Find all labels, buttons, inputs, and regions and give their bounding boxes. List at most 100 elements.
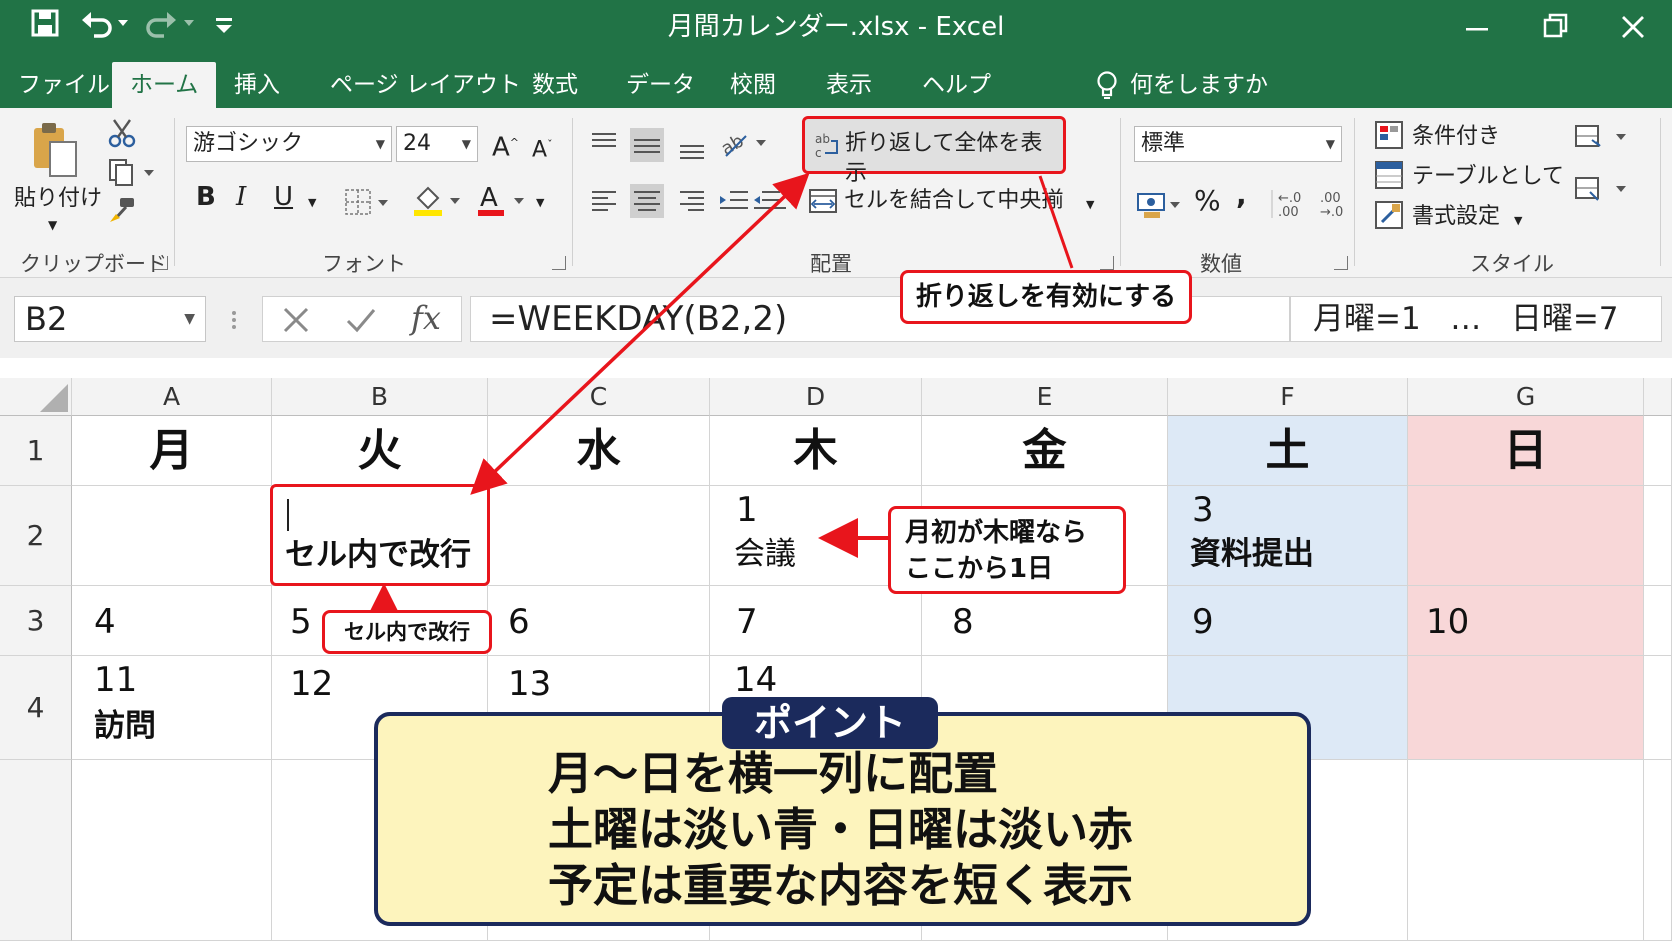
cell-h2[interactable] (1644, 486, 1672, 586)
insert-cells-icon[interactable] (1574, 122, 1632, 156)
row-header-4[interactable]: 4 (0, 656, 72, 760)
decimal-increase-icon[interactable]: ←.0.00.00 →.0 (1270, 188, 1360, 224)
row-header-3[interactable]: 3 (0, 586, 72, 656)
cell-h1[interactable] (1644, 416, 1672, 486)
column-header-e[interactable]: E (922, 378, 1168, 416)
cell-g1[interactable]: 日 (1408, 416, 1644, 486)
grow-font-icon[interactable]: A^ (492, 128, 519, 163)
cell-styles-icon[interactable] (1374, 200, 1404, 234)
bold-button[interactable]: B (196, 182, 216, 212)
conditional-format-icon[interactable] (1374, 120, 1404, 154)
minimize-icon[interactable] (1452, 6, 1502, 46)
cell-a3[interactable]: 4 (72, 586, 272, 656)
cell-g5[interactable] (1408, 760, 1644, 941)
tell-me-search[interactable]: 何をしますか (1096, 62, 1268, 108)
column-header-b[interactable]: B (272, 378, 488, 416)
cell-styles-dropdown-icon[interactable]: ▼ (1514, 206, 1522, 236)
row-header-2[interactable]: 2 (0, 486, 72, 586)
paste-dropdown-icon[interactable]: ▼ (48, 210, 57, 240)
cell-h3[interactable] (1644, 586, 1672, 656)
font-size-select[interactable]: 24 ▼ (396, 126, 478, 162)
cut-icon[interactable] (108, 118, 136, 152)
more-font-icon[interactable]: ▼ (536, 188, 544, 218)
merge-dropdown-icon[interactable]: ▼ (1086, 190, 1094, 220)
column-header-d[interactable]: D (710, 378, 922, 416)
paste-button[interactable]: 貼り付け (14, 184, 102, 214)
tab-data[interactable]: データ (608, 62, 713, 108)
tab-view[interactable]: 表示 (808, 62, 890, 108)
underline-button[interactable]: U (274, 182, 293, 212)
wrap-text-button[interactable]: 折り返して全体を表示 (845, 129, 1063, 189)
clipboard-launcher[interactable] (154, 256, 168, 270)
cell-h4[interactable] (1644, 656, 1672, 760)
italic-button[interactable]: I (236, 182, 246, 212)
underline-dropdown-icon[interactable]: ▼ (308, 188, 316, 218)
cell-styles-button[interactable]: 書式設定 (1412, 202, 1500, 232)
cell-e1[interactable]: 金 (922, 416, 1168, 486)
cell-d1[interactable]: 木 (710, 416, 922, 486)
accounting-format-icon[interactable] (1136, 190, 1184, 224)
indent-icon[interactable] (718, 186, 788, 220)
font-name-select[interactable]: 游ゴシック ▼ (186, 126, 392, 162)
tab-file[interactable]: ファイル (0, 62, 128, 108)
cell-c3[interactable]: 6 (488, 586, 710, 656)
column-header-a[interactable]: A (72, 378, 272, 416)
tab-help[interactable]: ヘルプ (904, 62, 1009, 108)
cell-e3[interactable]: 8 (922, 586, 1168, 656)
column-header-c[interactable]: C (488, 378, 710, 416)
format-as-table-button[interactable]: テーブルとして (1412, 162, 1564, 192)
cell-h5[interactable] (1644, 760, 1672, 941)
number-launcher[interactable] (1334, 256, 1348, 270)
merge-center-icon[interactable] (808, 186, 838, 220)
cell-f1[interactable]: 土 (1168, 416, 1408, 486)
cell-a4[interactable]: 11 訪問 (72, 656, 272, 760)
borders-icon[interactable] (344, 188, 390, 220)
font-launcher[interactable] (552, 256, 566, 270)
orientation-icon[interactable]: ab (718, 126, 770, 164)
paste-icon[interactable] (30, 120, 80, 184)
column-header-f[interactable]: F (1168, 378, 1408, 416)
restore-icon[interactable] (1530, 6, 1580, 46)
font-color-icon[interactable]: A (476, 182, 526, 222)
cell-f2[interactable]: 3 資料提出 (1168, 486, 1408, 586)
tab-review[interactable]: 校閲 (712, 62, 794, 108)
comma-button[interactable]: , (1236, 180, 1247, 210)
cell-a1[interactable]: 月 (72, 416, 272, 486)
tab-page-layout[interactable]: ページ レイアウト (312, 62, 539, 108)
conditional-format-button[interactable]: 条件付き (1412, 122, 1500, 152)
close-icon[interactable] (1608, 6, 1658, 46)
cell-g3[interactable]: 10 (1408, 586, 1644, 656)
cell-a5[interactable] (72, 760, 272, 941)
cancel-icon[interactable] (281, 305, 311, 339)
align-left-icon[interactable] (590, 184, 710, 222)
cell-g2[interactable] (1408, 486, 1644, 586)
delete-cells-icon[interactable] (1574, 174, 1632, 208)
cell-g4[interactable] (1408, 656, 1644, 760)
cell-f3[interactable]: 9 (1168, 586, 1408, 656)
cell-b1[interactable]: 火 (272, 416, 488, 486)
align-top-icon[interactable] (590, 128, 710, 166)
cell-c1[interactable]: 水 (488, 416, 710, 486)
shrink-font-icon[interactable]: Aˇ (532, 130, 553, 165)
fill-color-icon[interactable] (412, 184, 462, 222)
cell-c2[interactable] (488, 486, 710, 586)
number-format-select[interactable]: 標準 ▼ (1134, 126, 1342, 162)
cell-a2[interactable] (72, 486, 272, 586)
copy-icon[interactable] (108, 158, 154, 190)
row-header-1[interactable]: 1 (0, 416, 72, 486)
tab-home[interactable]: ホーム (112, 62, 217, 108)
alignment-launcher[interactable] (1100, 256, 1114, 270)
insert-function-icon[interactable]: fx (411, 299, 441, 337)
merge-center-button[interactable]: セルを結合して中央揃え (844, 186, 1064, 216)
enter-icon[interactable] (345, 305, 377, 339)
select-all-corner[interactable] (0, 378, 72, 416)
date-d4: 14 (734, 660, 778, 700)
percent-button[interactable]: % (1194, 186, 1221, 216)
column-header-g[interactable]: G (1408, 378, 1644, 416)
cell-d3[interactable]: 7 (710, 586, 922, 656)
tab-formulas[interactable]: 数式 (514, 62, 596, 108)
name-box[interactable]: B2 ▼ (14, 296, 206, 342)
tab-insert[interactable]: 挿入 (216, 62, 298, 108)
format-as-table-icon[interactable] (1374, 160, 1404, 194)
format-painter-icon[interactable] (108, 196, 136, 228)
